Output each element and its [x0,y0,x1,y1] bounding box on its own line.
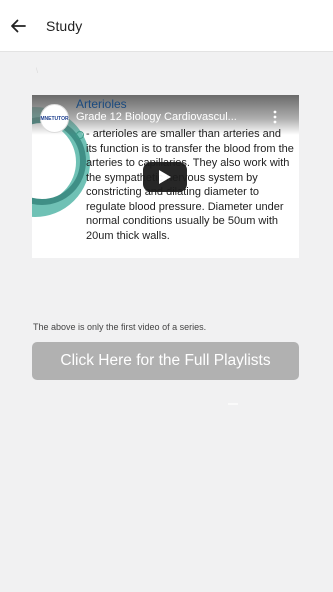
decorative-mark: \ [36,68,38,75]
series-caption: The above is only the first video of a s… [33,322,207,332]
page-title: Study [46,18,83,34]
slide-title: Arterioles [76,97,127,111]
more-button[interactable] [270,110,280,124]
more-vert-icon [273,110,277,124]
divider [228,403,238,405]
slide-text: - arterioles are smaller than arteries a… [86,128,294,242]
play-button[interactable] [143,162,187,192]
video-player[interactable]: MNETUTOR Arterioles Grade 12 Biology Car… [32,95,299,258]
channel-logo[interactable]: MNETUTOR [40,104,69,133]
full-playlist-button[interactable]: Click Here for the Full Playlists [32,342,299,380]
app-bar: Study [0,0,333,52]
arrow-back-icon [11,19,26,33]
play-icon [159,170,171,184]
bullet-icon [76,131,84,139]
back-button[interactable] [6,14,30,38]
video-title[interactable]: Grade 12 Biology Cardiovascul... [76,111,266,123]
channel-logo-text: MNETUTOR [40,115,69,122]
